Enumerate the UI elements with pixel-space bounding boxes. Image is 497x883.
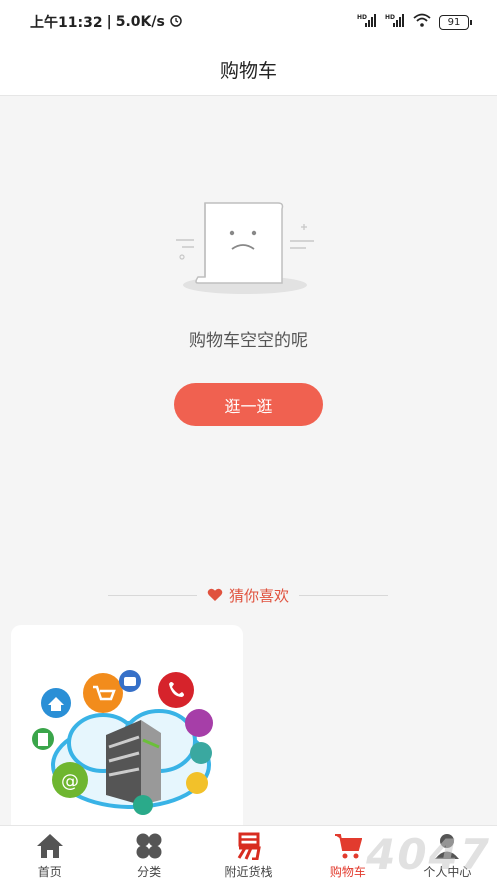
tab-category-label: 分类 bbox=[137, 865, 162, 879]
recommend-divider: 猜你喜欢 bbox=[108, 584, 389, 606]
empty-cart-message: 购物车空空的呢 bbox=[189, 331, 308, 351]
page-title: 购物车 bbox=[219, 60, 277, 82]
tab-nearby-store[interactable]: 附近货栈 bbox=[199, 826, 298, 883]
svg-text:HD: HD bbox=[385, 14, 395, 21]
tab-category[interactable]: 分类 bbox=[99, 826, 198, 883]
page-header: 购物车 bbox=[0, 44, 497, 96]
svg-text:@: @ bbox=[61, 771, 79, 792]
empty-cart-illustration bbox=[176, 202, 314, 294]
tab-home[interactable]: 首页 bbox=[0, 826, 99, 883]
profile-icon bbox=[433, 832, 461, 860]
alarm-icon bbox=[169, 13, 183, 31]
browse-button[interactable]: 逛一逛 bbox=[174, 383, 323, 426]
bottom-tab-bar: 首页 分类 附近货栈 购物车 个人中心 bbox=[0, 825, 497, 883]
recommend-header: 猜你喜欢 bbox=[197, 585, 299, 606]
status-time: 上午11:32 bbox=[30, 15, 103, 31]
product-card[interactable]: @ bbox=[11, 625, 243, 835]
status-divider: | bbox=[106, 14, 112, 30]
cart-icon bbox=[334, 832, 362, 860]
tab-cart-label: 购物车 bbox=[329, 865, 366, 879]
category-icon bbox=[135, 832, 163, 860]
signal-icon-2: HD bbox=[385, 13, 405, 31]
tab-profile-label: 个人中心 bbox=[423, 865, 472, 879]
status-speed: 5.0K/s bbox=[115, 14, 165, 30]
status-left: 上午11:32 | 5.0K/s bbox=[30, 12, 183, 32]
recommend-title: 猜你喜欢 bbox=[229, 586, 290, 605]
tab-profile[interactable]: 个人中心 bbox=[398, 826, 497, 883]
divider-line-right bbox=[299, 594, 389, 596]
nearby-store-icon bbox=[235, 832, 263, 860]
tab-home-label: 首页 bbox=[37, 865, 62, 879]
svg-text:HD: HD bbox=[357, 14, 367, 21]
tab-cart[interactable]: 购物车 bbox=[298, 826, 397, 883]
status-right: HD HD 91 bbox=[357, 13, 472, 31]
status-bar: 上午11:32 | 5.0K/s HD HD 91 bbox=[0, 0, 497, 44]
home-icon bbox=[36, 832, 64, 860]
product-image: @ bbox=[32, 670, 213, 815]
battery-icon: 91 bbox=[439, 14, 472, 30]
divider-line-left bbox=[108, 594, 197, 596]
signal-icon: HD bbox=[357, 13, 377, 31]
wifi-icon bbox=[413, 13, 431, 31]
tab-nearby-store-label: 附近货栈 bbox=[224, 865, 273, 879]
heart-icon bbox=[207, 588, 223, 601]
